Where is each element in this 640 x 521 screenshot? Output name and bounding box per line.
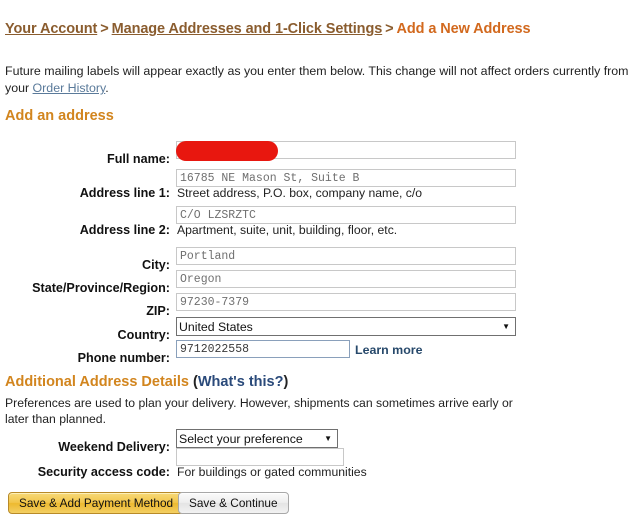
learn-more-link[interactable]: Learn more xyxy=(355,343,422,357)
additional-details-description: Preferences are used to plan your delive… xyxy=(5,396,513,426)
address-line-1-helper: Street address, P.O. box, company name, … xyxy=(177,186,423,200)
additional-details-heading: Additional Address Details (What's this?… xyxy=(5,374,288,390)
intro-text-after: . xyxy=(105,81,109,95)
address-line-1-label: Address line 1: xyxy=(79,186,170,200)
security-access-code-input[interactable] xyxy=(176,448,344,466)
city-label: City: xyxy=(142,258,170,272)
additional-details-title: Additional Address Details xyxy=(5,374,189,390)
add-address-heading: Add an address xyxy=(5,108,114,124)
security-access-code-label: Security access code: xyxy=(37,465,170,479)
breadcrumb-item-your-account[interactable]: Your Account xyxy=(5,21,97,37)
security-access-code-helper: For buildings or gated communities xyxy=(177,465,367,479)
country-label: Country: xyxy=(117,328,170,342)
city-input[interactable] xyxy=(176,247,516,265)
weekend-delivery-select-wrapper: Select your preference ▼ xyxy=(176,429,338,448)
address-line-2-input[interactable] xyxy=(176,206,516,224)
breadcrumb-separator: > xyxy=(100,21,109,37)
save-and-continue-button[interactable]: Save & Continue xyxy=(178,492,289,514)
breadcrumb-separator: > xyxy=(385,21,394,37)
intro-paragraph: Future mailing labels will appear exactl… xyxy=(5,63,639,97)
order-history-link[interactable]: Order History xyxy=(33,81,106,95)
breadcrumb-item-manage-addresses[interactable]: Manage Addresses and 1-Click Settings xyxy=(112,21,383,37)
full-name-redaction-overlay xyxy=(176,141,278,161)
country-select-wrapper: United States ▼ xyxy=(176,317,516,336)
state-input[interactable] xyxy=(176,270,516,288)
phone-number-label: Phone number: xyxy=(77,351,170,365)
breadcrumb: Your Account > Manage Addresses and 1-Clic… xyxy=(5,21,531,37)
zip-label: ZIP: xyxy=(146,304,170,318)
whats-this-link[interactable]: What's this? xyxy=(198,374,284,390)
breadcrumb-item-add-new-address: Add a New Address xyxy=(396,21,531,37)
weekend-delivery-select[interactable]: Select your preference xyxy=(176,429,338,448)
address-line-2-label: Address line 2: xyxy=(79,223,170,237)
phone-number-input[interactable] xyxy=(176,340,350,358)
address-line-1-input[interactable] xyxy=(176,169,516,187)
state-label: State/Province/Region: xyxy=(32,281,170,295)
close-paren: ) xyxy=(283,374,289,390)
full-name-label: Full name: xyxy=(107,152,170,166)
country-select[interactable]: United States xyxy=(176,317,516,336)
weekend-delivery-label: Weekend Delivery: xyxy=(58,440,170,454)
address-line-2-helper: Apartment, suite, unit, building, floor,… xyxy=(177,223,398,237)
zip-input[interactable] xyxy=(176,293,516,311)
save-and-add-payment-method-button[interactable]: Save & Add Payment Method xyxy=(8,492,185,514)
